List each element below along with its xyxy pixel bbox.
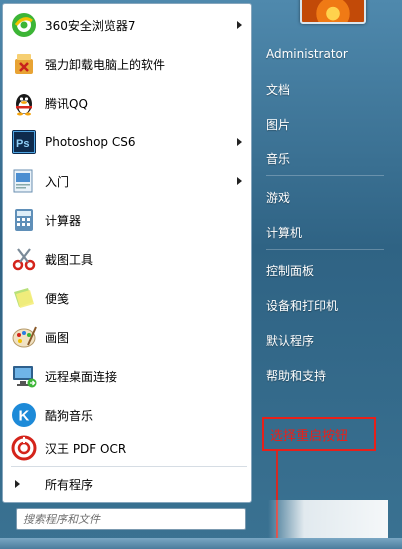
- program-label: Photoshop CS6: [45, 135, 136, 149]
- browser-360-icon: [9, 10, 39, 40]
- program-item-360-browser[interactable]: 360安全浏览器7: [3, 6, 251, 44]
- right-item-label: 计算机: [266, 225, 303, 240]
- submenu-arrow-icon: [237, 21, 242, 29]
- program-item-hanwang-ocr[interactable]: 汉王 PDF OCR: [3, 429, 251, 467]
- right-item-help-support[interactable]: 帮助和支持: [258, 361, 388, 389]
- program-label: 360安全浏览器7: [45, 18, 136, 33]
- right-divider: [266, 175, 384, 176]
- programs-divider: [11, 466, 247, 467]
- program-item-uninstaller[interactable]: 强力卸载电脑上的软件: [3, 45, 251, 83]
- program-label: 入门: [45, 174, 70, 189]
- program-item-snipping-tool[interactable]: 截图工具: [3, 240, 251, 278]
- qq-penguin-icon: [9, 88, 39, 118]
- search-input[interactable]: [16, 508, 246, 530]
- photoshop-icon: Ps: [9, 127, 39, 157]
- annotation-label: 选择重启按钮: [270, 428, 349, 444]
- hanwang-ocr-icon: [9, 433, 39, 463]
- program-item-sticky-notes[interactable]: 便笺: [3, 279, 251, 317]
- program-item-remote-desktop[interactable]: 远程桌面连接: [3, 357, 251, 395]
- calculator-icon: [9, 205, 39, 235]
- right-item-music[interactable]: 音乐: [258, 144, 388, 172]
- right-item-label: 音乐: [266, 151, 291, 166]
- right-item-label: 设备和打印机: [266, 298, 339, 313]
- program-item-calculator[interactable]: 计算器: [3, 201, 251, 239]
- right-item-control-panel[interactable]: 控制面板: [258, 256, 388, 284]
- submenu-arrow-icon: [237, 138, 242, 146]
- right-item-devices-printers[interactable]: 设备和打印机: [258, 291, 388, 319]
- remote-desktop-icon: [9, 361, 39, 391]
- program-label: 计算器: [45, 213, 82, 228]
- right-item-pictures[interactable]: 图片: [258, 110, 388, 138]
- right-item-label: 图片: [266, 117, 291, 132]
- right-item-label: 游戏: [266, 190, 291, 205]
- svg-text:Ps: Ps: [16, 138, 29, 150]
- right-item-label: 帮助和支持: [266, 368, 327, 383]
- svg-text:K: K: [19, 408, 30, 425]
- arrow-right-icon: [15, 480, 20, 488]
- right-item-documents[interactable]: 文档: [258, 75, 388, 103]
- kugou-music-icon: K: [9, 400, 39, 430]
- right-item-user[interactable]: Administrator: [258, 40, 388, 68]
- program-label: 便笺: [45, 291, 70, 306]
- program-item-getting-started[interactable]: 入门: [3, 162, 251, 200]
- all-programs-label: 所有程序: [45, 477, 94, 492]
- paint-icon: [9, 322, 39, 352]
- program-label: 腾讯QQ: [45, 96, 88, 111]
- right-item-default-programs[interactable]: 默认程序: [258, 326, 388, 354]
- program-label: 汉王 PDF OCR: [45, 441, 127, 456]
- right-divider: [266, 249, 384, 250]
- uninstall-icon: [9, 49, 39, 79]
- programs-panel: 360安全浏览器7 强力卸载电脑上的软件 腾讯QQ Ps Photoshop C…: [2, 3, 252, 503]
- program-label: 画图: [45, 330, 70, 345]
- annotation-box: 选择重启按钮: [262, 417, 376, 451]
- user-name-label: Administrator: [266, 47, 348, 61]
- getting-started-icon: [9, 166, 39, 196]
- right-item-label: 文档: [266, 82, 291, 97]
- all-programs-button[interactable]: 所有程序: [3, 470, 251, 498]
- right-item-games[interactable]: 游戏: [258, 183, 388, 211]
- program-item-qq[interactable]: 腾讯QQ: [3, 84, 251, 122]
- program-label: 酷狗音乐: [45, 408, 94, 423]
- submenu-arrow-icon: [237, 177, 242, 185]
- program-label: 远程桌面连接: [45, 369, 118, 384]
- right-item-label: 默认程序: [266, 333, 315, 348]
- program-label: 截图工具: [45, 252, 94, 267]
- shutdown-button-area[interactable]: [268, 500, 388, 540]
- program-item-paint[interactable]: 画图: [3, 318, 251, 356]
- sticky-notes-icon: [9, 283, 39, 313]
- user-avatar[interactable]: [300, 0, 366, 24]
- snipping-tool-icon: [9, 244, 39, 274]
- right-item-label: 控制面板: [266, 263, 315, 278]
- program-item-photoshop[interactable]: Ps Photoshop CS6: [3, 123, 251, 161]
- program-label: 强力卸载电脑上的软件: [45, 57, 166, 72]
- menu-bottom-edge: [0, 538, 402, 549]
- right-item-computer[interactable]: 计算机: [258, 218, 388, 246]
